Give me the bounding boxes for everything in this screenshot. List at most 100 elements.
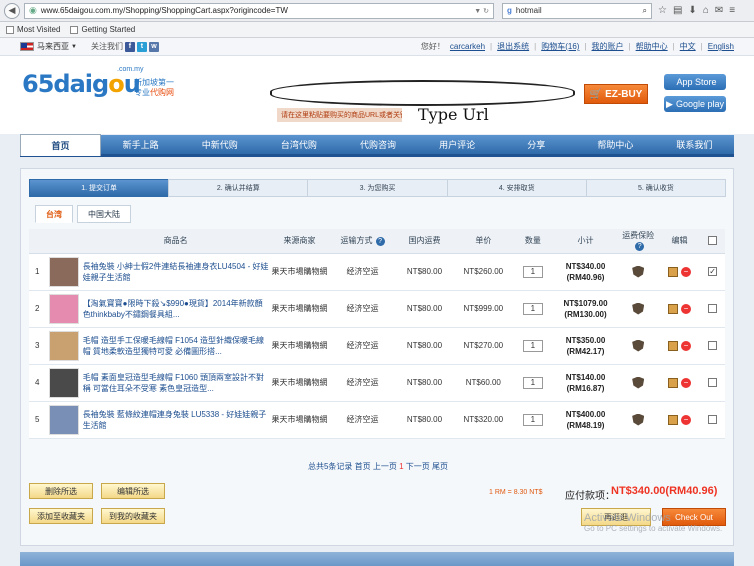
address-bar[interactable]: ◉ www.65daigou.com.my/Shopping/ShoppingC…	[24, 2, 494, 19]
subtotal: NT$400.00 (RM48.19)	[553, 401, 618, 439]
help-icon[interactable]: ?	[375, 237, 385, 247]
edit-icon[interactable]	[667, 303, 678, 314]
edit-icon[interactable]	[667, 414, 678, 425]
product-thumbnail[interactable]	[49, 293, 80, 324]
back-icon[interactable]: ◀	[4, 2, 20, 19]
product-name-link[interactable]: 長袖兔裝 小紳士假2件連結長袖連身衣LU4504 - 好娃娃親子生活館	[82, 253, 269, 291]
delete-icon[interactable]: −	[680, 266, 691, 277]
shipping-method: 经济空运	[330, 327, 395, 365]
tab-china[interactable]: 中国大陆	[77, 205, 131, 223]
nav-help[interactable]: 帮助中心	[576, 134, 655, 156]
edit-icon[interactable]	[667, 266, 678, 277]
row-checkbox[interactable]	[708, 378, 718, 387]
product-thumbnail[interactable]	[49, 330, 80, 361]
download-icon[interactable]: ⬇	[688, 5, 696, 16]
bookmark-getting-started[interactable]: Getting Started	[70, 25, 135, 34]
ez-buy-button[interactable]: 🛒 EZ-BUY	[584, 84, 648, 104]
add-favorite-button[interactable]: 添加至收藏夹	[29, 508, 93, 524]
shipping-method: 经济空运	[330, 290, 395, 328]
unit-price: NT$999.00	[454, 290, 513, 328]
globe-icon: ◉	[29, 5, 37, 15]
quantity-input[interactable]: 1	[522, 302, 543, 315]
cart-link[interactable]: 购物车(16)	[541, 41, 579, 52]
edit-selected-button[interactable]: 编辑所选	[101, 483, 165, 499]
cart-panel: 1. 提交订单 2. 确认并结算 3. 为您购买 4. 安排取货 5. 确认收货…	[20, 168, 734, 546]
step-purchase: 3. 为您购买	[307, 179, 448, 197]
menu-icon[interactable]: ≡	[729, 5, 735, 16]
country-select[interactable]: 马来西亚	[37, 41, 69, 52]
nav-contact[interactable]: 联系我们	[655, 134, 734, 156]
search-icon[interactable]: ⌕	[643, 6, 647, 16]
edit-icon[interactable]	[667, 340, 678, 351]
type-url-annotation: Type Url	[418, 105, 489, 124]
table-row: 5 長袖兔裝 藍條紋連帽連身兔裝 LU5338 - 好娃娃親子生活館 果天市場購…	[29, 401, 725, 439]
chevron-down-icon[interactable]: ▼ ↻	[474, 7, 489, 15]
quantity-input[interactable]: 1	[522, 339, 543, 352]
chat-icon[interactable]: ✉	[715, 5, 723, 16]
shield-icon[interactable]	[632, 302, 645, 315]
nav-reviews[interactable]: 用户评论	[418, 134, 497, 156]
twitter-icon[interactable]: t	[136, 41, 147, 52]
delete-icon[interactable]: −	[680, 303, 691, 314]
nav-china-sg[interactable]: 中新代购	[180, 134, 259, 156]
delete-icon[interactable]: −	[680, 377, 691, 388]
site-header: 65daigou .com.my 新加坡第一 专业代购网 🛒 EZ-BUY 请在这里…	[0, 56, 754, 134]
play-icon: ▶	[666, 98, 673, 109]
edit-icon[interactable]	[667, 377, 678, 388]
go-favorite-button[interactable]: 到我的收藏夹	[101, 508, 165, 524]
facebook-icon[interactable]: f	[124, 41, 135, 52]
help-icon[interactable]: ?	[635, 242, 645, 252]
quantity-input[interactable]: 1	[522, 265, 543, 278]
product-url-input[interactable]	[270, 80, 575, 106]
row-checkbox[interactable]: ✓	[708, 267, 718, 276]
shield-icon[interactable]	[632, 339, 645, 352]
quantity-input[interactable]: 1	[522, 376, 543, 389]
select-all-checkbox[interactable]	[708, 236, 718, 246]
english-link[interactable]: English	[708, 42, 734, 51]
my-account-link[interactable]: 我的账户	[592, 41, 624, 52]
row-checkbox[interactable]	[708, 304, 718, 313]
product-name-link[interactable]: 毛帽 素面皇冠造型毛線帽 F1060 頭頂兩室設計不對稱 可當住耳朵不受寒 素色…	[82, 364, 269, 402]
nav-taiwan[interactable]: 台湾代购	[259, 134, 338, 156]
row-checkbox[interactable]	[708, 341, 718, 350]
browser-search-input[interactable]: g hotmail ⌕	[502, 2, 652, 19]
row-checkbox[interactable]	[708, 415, 718, 424]
chinese-link[interactable]: 中文	[680, 41, 696, 52]
quantity-input[interactable]: 1	[522, 413, 543, 426]
nav-home[interactable]: 首页	[20, 133, 102, 156]
help-center-link[interactable]: 帮助中心	[636, 41, 668, 52]
app-store-button[interactable]: App Store	[664, 74, 726, 90]
google-play-button[interactable]: ▶ Google play	[664, 96, 726, 112]
step-pickup: 4. 安排取货	[446, 179, 587, 197]
shield-icon[interactable]	[632, 376, 645, 389]
star-icon[interactable]: ☆	[658, 5, 667, 16]
pagination: 总共5条记录 首页 上一页 1 下一页 尾页	[307, 462, 449, 471]
username-link[interactable]: carcarkeh	[450, 42, 485, 51]
weibo-icon[interactable]: w	[148, 41, 159, 52]
bookmark-most-visited[interactable]: Most Visited	[6, 25, 60, 34]
product-thumbnail[interactable]	[49, 404, 80, 435]
shield-icon[interactable]	[632, 413, 645, 426]
cart-table: 商品名 来源商家 运输方式? 国内运费 单价 数量 小计 运费保险? 编辑 1 …	[29, 229, 725, 439]
logout-link[interactable]: 退出系统	[497, 41, 529, 52]
nav-consult[interactable]: 代购咨询	[338, 134, 417, 156]
home-icon[interactable]: ⌂	[703, 5, 709, 16]
delete-icon[interactable]: −	[680, 340, 691, 351]
nav-beginner[interactable]: 新手上路	[101, 134, 180, 156]
product-thumbnail[interactable]	[49, 367, 80, 398]
payable-label: 应付款项：	[565, 491, 615, 502]
unit-price: NT$260.00	[454, 253, 513, 291]
nav-share[interactable]: 分享	[497, 134, 576, 156]
shield-icon[interactable]	[632, 265, 645, 278]
product-thumbnail[interactable]	[49, 256, 80, 287]
tab-taiwan[interactable]: 台湾	[35, 205, 73, 223]
delete-icon[interactable]: −	[680, 414, 691, 425]
row-number: 3	[29, 327, 46, 365]
site-logo[interactable]: 65daigou .com.my 新加坡第一 专业代购网	[22, 66, 174, 98]
reader-icon[interactable]: ▤	[673, 5, 682, 16]
product-name-link[interactable]: 長袖兔裝 藍條紋連帽連身兔裝 LU5338 - 好娃娃親子生活館	[82, 401, 269, 439]
chevron-down-icon[interactable]: ▼	[71, 44, 77, 50]
delete-selected-button[interactable]: 删除所选	[29, 483, 93, 499]
product-name-link[interactable]: 【淘氣寶寶●限時下殺↘$990●現貨】2014年新款顏色thinkbaby不鏽鋼…	[82, 290, 269, 328]
product-name-link[interactable]: 毛帽 造型手工保暖毛線帽 F1054 造型針織保暖毛線帽 質地柔軟造型獨特可愛 …	[82, 327, 269, 365]
